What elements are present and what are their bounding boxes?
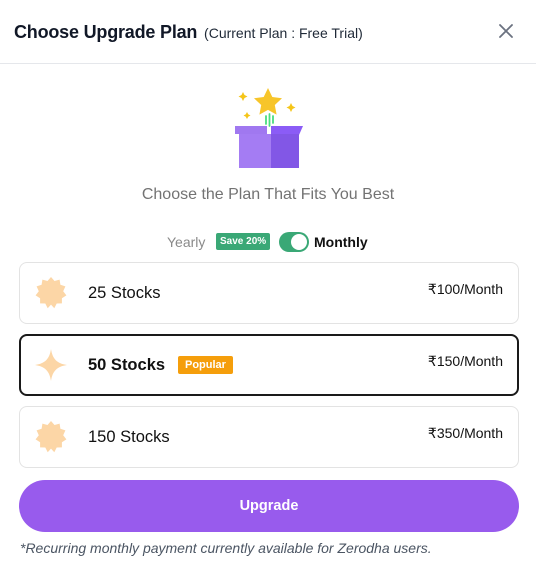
- badge-icon: [35, 421, 67, 453]
- monthly-option[interactable]: Monthly: [314, 234, 368, 250]
- plan-option-25-stocks[interactable]: 25 Stocks ₹100/Month: [19, 262, 519, 324]
- plan-option-50-stocks[interactable]: 50 Stocks Popular ₹150/Month: [19, 334, 519, 396]
- gift-box-star-icon: [235, 88, 303, 168]
- upgrade-plan-dialog: Choose Upgrade Plan (Current Plan : Free…: [0, 0, 536, 571]
- close-icon[interactable]: [497, 22, 515, 40]
- save-badge: Save 20%: [216, 233, 271, 250]
- plan-tagline: Choose the Plan That Fits You Best: [141, 186, 395, 203]
- dialog-title-text: Choose Upgrade Plan: [14, 22, 198, 42]
- plan-name: 50 Stocks: [88, 356, 166, 374]
- billing-toggle[interactable]: [279, 232, 309, 252]
- dialog-title: Choose Upgrade Plan (Current Plan : Free…: [14, 22, 363, 43]
- payment-footnote: *Recurring monthly payment currently ava…: [20, 540, 432, 556]
- plan-name: 25 Stocks: [88, 284, 161, 302]
- plan-option-150-stocks[interactable]: 150 Stocks ₹350/Month: [19, 406, 519, 468]
- plan-price: ₹150/Month: [427, 353, 503, 369]
- plan-name: 150 Stocks: [88, 428, 170, 446]
- plan-price: ₹100/Month: [427, 281, 503, 297]
- yearly-option[interactable]: Yearly: [167, 234, 205, 250]
- current-plan-text: (Current Plan : Free Trial): [204, 25, 363, 41]
- upgrade-button[interactable]: Upgrade: [19, 480, 519, 532]
- plan-price: ₹350/Month: [427, 425, 503, 441]
- toggle-knob: [291, 234, 307, 250]
- sparkle-star-icon: [35, 349, 67, 381]
- popular-badge: Popular: [178, 356, 233, 374]
- badge-icon: [35, 277, 67, 309]
- dialog-header: Choose Upgrade Plan (Current Plan : Free…: [0, 0, 536, 64]
- billing-cycle-switch: Yearly Save 20% Monthly: [0, 231, 536, 253]
